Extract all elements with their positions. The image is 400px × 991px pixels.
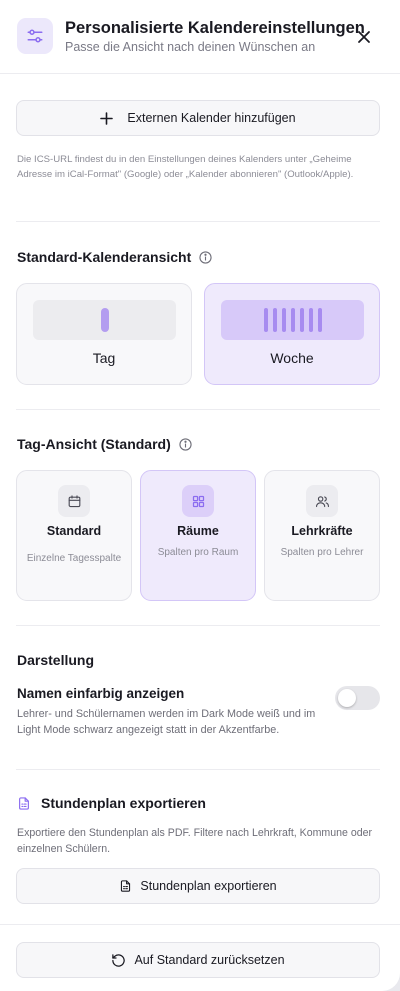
info-icon[interactable]	[179, 437, 192, 451]
export-desc: Exportiere den Stundenplan als PDF. Filt…	[17, 827, 373, 855]
divider	[16, 769, 380, 770]
reset-button-label: Auf Standard zurücksetzen	[134, 953, 285, 967]
calendar-settings-panel: Personalisierte Kalendereinstellungen Pa…	[0, 0, 400, 991]
divider	[16, 409, 380, 410]
monochrome-names-desc: Lehrer- und Schülernamen werden im Dark …	[17, 708, 316, 736]
panel-subtitle: Passe die Ansicht nach deinen Wünschen a…	[65, 40, 316, 54]
close-icon	[358, 31, 370, 43]
day-mode-desc: Spalten pro Raum	[157, 547, 239, 558]
add-external-calendar-label: Externen Kalender hinzufügen	[127, 111, 296, 125]
rotate-ccw-icon	[112, 953, 126, 967]
display-title: Darstellung	[17, 652, 95, 668]
export-button[interactable]: Stundenplan exportieren	[16, 868, 380, 904]
users-icon	[306, 485, 338, 517]
day-view-heading: Tag-Ansicht (Standard)	[17, 436, 192, 452]
panel-title: Personalisierte Kalendereinstellungen	[65, 19, 365, 37]
view-option-day[interactable]: Tag	[16, 283, 192, 385]
day-mode-title: Lehrkräfte	[291, 524, 353, 538]
default-view-title: Standard-Kalenderansicht	[17, 249, 192, 265]
view-option-label: Woche	[270, 350, 314, 366]
grid-icon	[182, 485, 214, 517]
export-heading: Stundenplan exportieren	[17, 795, 206, 811]
add-external-calendar-button[interactable]: Externen Kalender hinzufügen	[16, 100, 380, 136]
day-mode-title: Standard	[46, 524, 102, 538]
sliders-icon	[17, 18, 53, 54]
export-button-label: Stundenplan exportieren	[140, 879, 277, 893]
day-mode-desc: Spalten pro Lehrer	[280, 547, 364, 558]
panel-header: Personalisierte Kalendereinstellungen Pa…	[0, 0, 400, 74]
toggle-knob	[338, 689, 356, 707]
info-icon[interactable]	[199, 250, 212, 264]
day-mode-title: Räume	[177, 524, 219, 538]
day-mode-desc: Einzelne Tagesspalte	[26, 553, 122, 564]
default-view-heading: Standard-Kalenderansicht	[17, 249, 212, 265]
day-mode-teachers[interactable]: Lehrkräfte Spalten pro Lehrer	[264, 470, 380, 601]
file-icon	[19, 796, 29, 810]
file-icon	[121, 880, 131, 892]
divider	[16, 625, 380, 626]
divider	[16, 221, 380, 222]
day-mode-standard[interactable]: Standard Einzelne Tagesspalte	[16, 470, 132, 601]
week-preview	[221, 300, 364, 340]
monochrome-names-toggle[interactable]	[335, 686, 380, 710]
view-option-label: Tag	[92, 350, 116, 366]
panel-footer: Auf Standard zurücksetzen	[0, 924, 400, 991]
close-button[interactable]	[353, 26, 375, 48]
export-title: Stundenplan exportieren	[41, 795, 206, 811]
calendar-icon	[58, 485, 90, 517]
view-option-week[interactable]: Woche	[204, 283, 380, 385]
monochrome-names-label: Namen einfarbig anzeigen	[17, 686, 185, 701]
plus-icon	[100, 111, 114, 125]
day-view-title: Tag-Ansicht (Standard)	[17, 436, 171, 452]
reset-button[interactable]: Auf Standard zurücksetzen	[16, 942, 380, 978]
ics-url-hint: Die ICS-URL findest du in den Einstellun…	[17, 154, 354, 180]
day-preview	[33, 300, 176, 340]
day-mode-rooms[interactable]: Räume Spalten pro Raum	[140, 470, 256, 601]
